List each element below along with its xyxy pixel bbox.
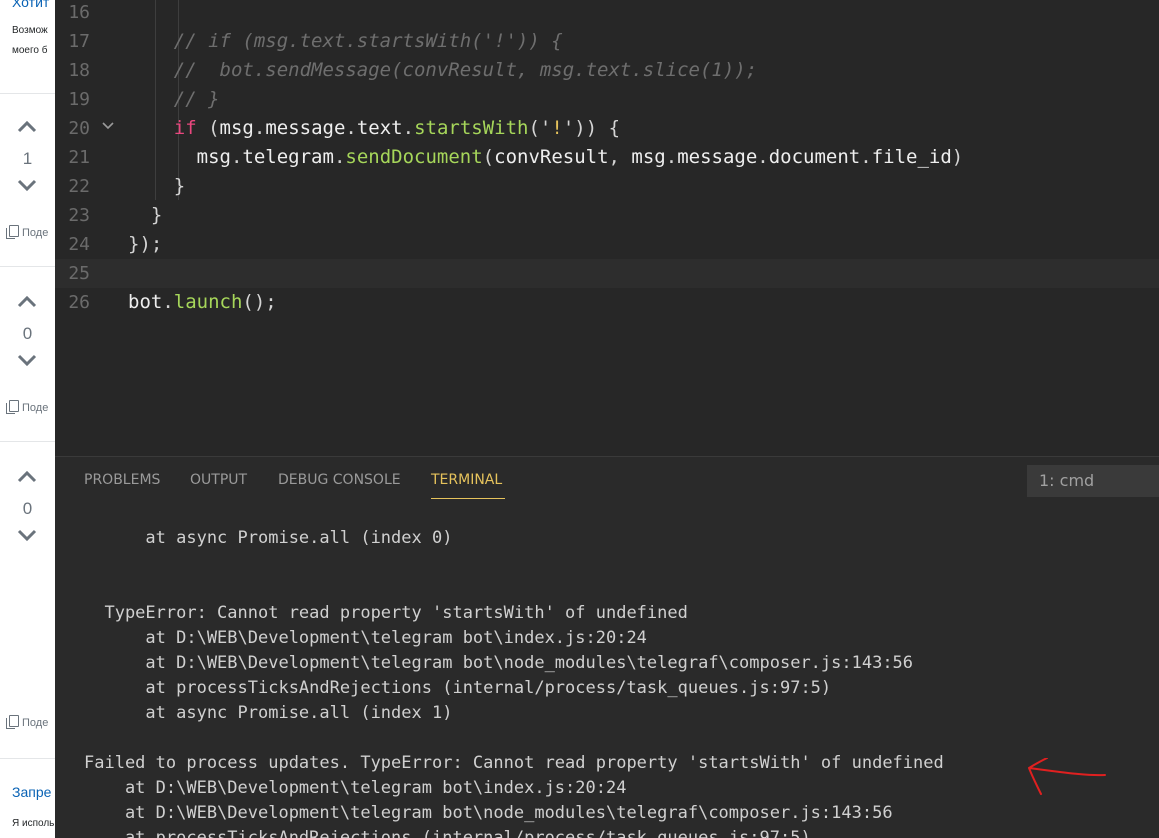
divider — [0, 758, 55, 759]
line-number: 23 — [68, 205, 90, 226]
terminal-line: TypeError: Cannot read property 'startsW… — [84, 603, 688, 623]
line-number: 26 — [68, 292, 90, 313]
share-label: Поде — [22, 227, 49, 239]
line-number: 24 — [68, 234, 90, 255]
upvote-arrow-icon[interactable] — [17, 119, 37, 133]
terminal-select[interactable]: 1: cmd — [1027, 465, 1159, 497]
terminal-line: at D:\WEB\Development\telegram bot\index… — [84, 778, 627, 798]
tab-terminal[interactable]: TERMINAL — [431, 472, 502, 488]
downvote-arrow-icon[interactable] — [17, 179, 37, 193]
fold-chevron-icon[interactable] — [101, 118, 115, 132]
share-link[interactable]: Поде — [6, 715, 49, 729]
code-line[interactable]: 17 // if (msg.text.startsWith('!')) { — [55, 27, 1159, 56]
code-line[interactable]: 23 } — [55, 201, 1159, 230]
panel-border — [55, 456, 1159, 457]
line-number: 21 — [68, 147, 90, 168]
vote-count: 0 — [22, 499, 33, 518]
code-text: } — [128, 175, 186, 197]
question-excerpt: Возмож — [12, 25, 48, 36]
annotation-arrow-icon — [1028, 758, 1106, 795]
code-line[interactable]: 20 if (msg.message.text.startsWith('!'))… — [55, 114, 1159, 143]
code-text: // } — [173, 88, 220, 110]
code-text: }); — [128, 233, 163, 255]
terminal-line: at processTicksAndRejections (internal/p… — [84, 678, 832, 698]
copy-icon — [6, 715, 19, 729]
divider — [0, 441, 55, 442]
code-line[interactable]: 26 bot.launch(); — [55, 288, 1159, 317]
question-excerpt: моего б — [12, 45, 48, 56]
code-line[interactable]: 18 // bot.sendMessage(convResult, msg.te… — [55, 56, 1159, 85]
line-number: 18 — [68, 60, 90, 81]
code-text: if (msg.message.text.startsWith('!')) { — [173, 117, 621, 139]
tab-output[interactable]: OUTPUT — [190, 472, 247, 488]
upvote-arrow-icon[interactable] — [17, 294, 37, 308]
code-text: bot.launch(); — [128, 291, 277, 313]
tab-debug-console[interactable]: DEBUG CONSOLE — [278, 472, 401, 488]
active-tab-indicator — [431, 498, 505, 499]
terminal-line: at D:\WEB\Development\telegram bot\index… — [84, 628, 647, 648]
divider — [0, 266, 55, 267]
line-number: 17 — [68, 31, 90, 52]
stackoverflow-sidebar: Хотит Возмож моего б 1 Поде 0 Поде 0 Под… — [0, 0, 55, 838]
terminal-line: at processTicksAndRejections (internal/p… — [84, 828, 811, 838]
line-number: 22 — [68, 176, 90, 197]
line-number: 20 — [68, 118, 90, 139]
divider — [0, 93, 55, 94]
code-line[interactable]: 19 // } — [55, 85, 1159, 114]
code-text: // if (msg.text.startsWith('!')) { — [173, 30, 563, 52]
related-question-excerpt: Я исполь — [12, 818, 55, 829]
vote-count: 0 — [22, 324, 33, 343]
terminal-line: at D:\WEB\Development\telegram bot\node_… — [84, 803, 893, 823]
downvote-arrow-icon[interactable] — [17, 529, 37, 543]
copy-icon — [6, 225, 19, 239]
copy-icon — [6, 400, 19, 414]
question-link[interactable]: Хотит — [12, 0, 49, 10]
code-editor[interactable]: 16 17 // if (msg.text.startsWith('!')) {1… — [55, 0, 1159, 456]
code-line[interactable]: 24}); — [55, 230, 1159, 259]
share-label: Поде — [22, 717, 49, 729]
code-text: msg.telegram.sendDocument(convResult, ms… — [196, 146, 964, 168]
share-label: Поде — [22, 402, 49, 414]
terminal-line: at async Promise.all (index 0) — [84, 528, 453, 548]
bottom-panel: PROBLEMS OUTPUT DEBUG CONSOLE TERMINAL 1… — [55, 456, 1159, 838]
line-number: 16 — [68, 2, 90, 23]
code-line[interactable]: 21 msg.telegram.sendDocument(convResult,… — [55, 143, 1159, 172]
related-question-link[interactable]: Запре — [12, 784, 51, 800]
line-number: 19 — [68, 89, 90, 110]
code-line[interactable]: 25 — [55, 259, 1159, 288]
terminal-line: at D:\WEB\Development\telegram bot\node_… — [84, 653, 914, 673]
terminal-line: Failed to process updates. TypeError: Ca… — [84, 753, 944, 773]
share-link[interactable]: Поде — [6, 400, 49, 414]
vote-count: 1 — [22, 149, 33, 168]
downvote-arrow-icon[interactable] — [17, 354, 37, 368]
code-text: // bot.sendMessage(convResult, msg.text.… — [173, 59, 758, 81]
code-text: } — [128, 204, 163, 226]
code-line[interactable]: 22 } — [55, 172, 1159, 201]
code-line[interactable]: 16 — [55, 0, 1159, 27]
tab-problems[interactable]: PROBLEMS — [84, 472, 160, 488]
line-number: 25 — [68, 263, 90, 284]
share-link[interactable]: Поде — [6, 225, 49, 239]
upvote-arrow-icon[interactable] — [17, 469, 37, 483]
terminal-line: at async Promise.all (index 1) — [84, 703, 453, 723]
